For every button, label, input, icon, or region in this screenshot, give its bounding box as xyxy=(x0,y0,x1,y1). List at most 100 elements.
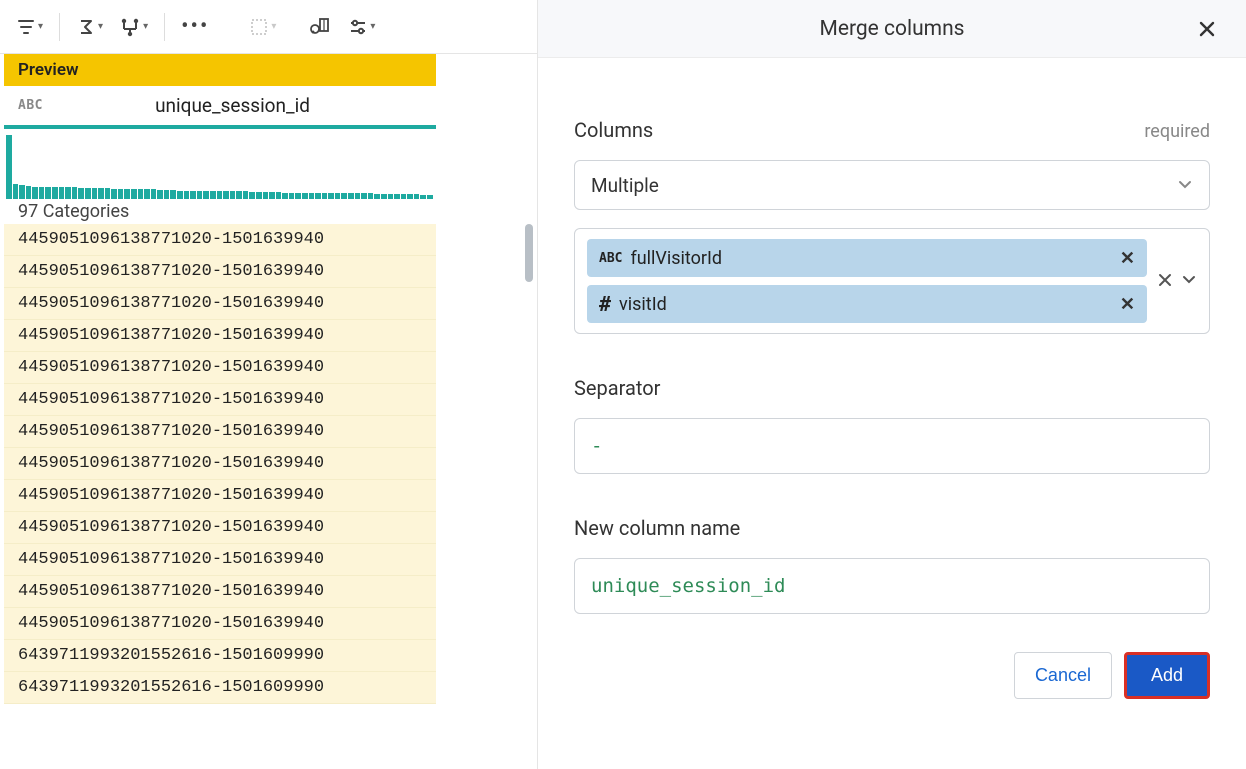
histogram-bar xyxy=(289,193,295,199)
new-column-name-input[interactable] xyxy=(574,558,1210,614)
join-icon xyxy=(119,17,141,37)
histogram-bar xyxy=(355,193,361,199)
histogram-bar xyxy=(335,193,341,199)
histogram-bar xyxy=(295,193,301,199)
table-row[interactable]: 6439711993201552616-1501609990 xyxy=(4,672,436,704)
settings-button[interactable]: ▾ xyxy=(342,9,381,45)
histogram-bar xyxy=(78,188,84,199)
histogram-bar xyxy=(190,191,196,199)
histogram-bar xyxy=(111,189,117,199)
table-row[interactable]: 4459051096138771020-1501639940 xyxy=(4,608,436,640)
histogram-bar xyxy=(131,189,137,199)
histogram-bar xyxy=(157,190,163,199)
histogram-bar xyxy=(19,185,25,199)
histogram-bar xyxy=(203,191,209,199)
remove-chip-button[interactable]: ✕ xyxy=(1120,294,1135,315)
toolbar: ▾ ▾ ▾ ••• ▾ xyxy=(0,0,537,54)
scrollbar-thumb[interactable] xyxy=(525,224,533,282)
histogram-bar xyxy=(230,191,236,199)
preview-panel: ▾ ▾ ▾ ••• ▾ xyxy=(0,0,538,769)
sigma-icon xyxy=(76,17,96,37)
toolbar-divider xyxy=(59,13,60,41)
histogram-bar xyxy=(407,194,413,199)
histogram-bar xyxy=(256,192,262,199)
histogram-bar xyxy=(420,195,426,199)
chevron-down-icon xyxy=(1177,174,1193,197)
histogram-bar xyxy=(197,191,203,199)
panel-title: Merge columns xyxy=(538,17,1246,41)
histogram-bar xyxy=(85,188,91,199)
column-name: unique_session_id xyxy=(43,94,422,117)
histogram-bar xyxy=(177,191,183,199)
table-row[interactable]: 4459051096138771020-1501639940 xyxy=(4,448,436,480)
table-row[interactable]: 4459051096138771020-1501639940 xyxy=(4,512,436,544)
separator-input[interactable] xyxy=(574,418,1210,474)
selection-button[interactable]: ▾ xyxy=(243,9,282,45)
filter-button[interactable]: ▾ xyxy=(10,9,49,45)
column-search-button[interactable] xyxy=(302,9,338,45)
form-actions: Cancel Add xyxy=(538,634,1246,717)
table-row[interactable]: 4459051096138771020-1501639940 xyxy=(4,576,436,608)
scrollbar[interactable] xyxy=(525,224,533,764)
column-type-badge: ABC xyxy=(18,98,43,113)
panel-header: Merge columns xyxy=(538,0,1246,58)
column-header[interactable]: ABC unique_session_id xyxy=(4,86,436,129)
columns-select-value: Multiple xyxy=(591,174,659,197)
histogram-bar xyxy=(217,191,223,199)
table-row[interactable]: 4459051096138771020-1501639940 xyxy=(4,288,436,320)
columns-select[interactable]: Multiple xyxy=(574,160,1210,210)
histogram-bar xyxy=(52,187,58,199)
chevron-down-icon: ▾ xyxy=(98,21,103,32)
histogram-bar xyxy=(348,193,354,199)
histogram-bar xyxy=(138,189,144,199)
add-button[interactable]: Add xyxy=(1124,652,1210,699)
histogram-bar xyxy=(144,189,150,199)
more-button[interactable]: ••• xyxy=(175,9,215,45)
number-type-icon: # xyxy=(599,292,611,316)
histogram-bar xyxy=(263,192,269,199)
chip-label: fullVisitorId xyxy=(630,248,1111,269)
join-button[interactable]: ▾ xyxy=(113,9,154,45)
column-chip[interactable]: ABCfullVisitorId✕ xyxy=(587,239,1147,277)
table-row[interactable]: 4459051096138771020-1501639940 xyxy=(4,320,436,352)
histogram-bar xyxy=(401,194,407,199)
categories-count: 97 Categories xyxy=(0,199,537,224)
sliders-icon xyxy=(348,17,368,37)
chevron-down-icon: ▾ xyxy=(370,21,375,32)
table-row[interactable]: 4459051096138771020-1501639940 xyxy=(4,480,436,512)
table-row[interactable]: 6439711993201552616-1501609990 xyxy=(4,640,436,672)
chevron-down-icon: ▾ xyxy=(143,21,148,32)
table-row[interactable]: 4459051096138771020-1501639940 xyxy=(4,352,436,384)
chevron-down-icon: ▾ xyxy=(271,21,276,32)
histogram-bar xyxy=(276,192,282,199)
close-button[interactable] xyxy=(1192,14,1222,44)
histogram-bar xyxy=(269,192,275,199)
remove-chip-button[interactable]: ✕ xyxy=(1120,248,1135,269)
histogram-bar xyxy=(322,193,328,199)
histogram-bar xyxy=(170,190,176,199)
histogram-bar xyxy=(13,184,19,199)
histogram-bar xyxy=(394,194,400,199)
merge-columns-panel: Merge columns Columns required Multiple … xyxy=(538,0,1246,769)
histogram-bar xyxy=(45,187,51,199)
columns-chip-box[interactable]: ABCfullVisitorId✕#visitId✕ xyxy=(574,228,1210,334)
histogram-bar xyxy=(118,189,124,199)
table-row[interactable]: 4459051096138771020-1501639940 xyxy=(4,384,436,416)
clear-all-chips-button[interactable] xyxy=(1157,269,1173,293)
toolbar-divider xyxy=(164,13,165,41)
column-chip[interactable]: #visitId✕ xyxy=(587,285,1147,323)
cancel-button[interactable]: Cancel xyxy=(1014,652,1112,699)
histogram-bar xyxy=(184,191,190,199)
table-row[interactable]: 4459051096138771020-1501639940 xyxy=(4,544,436,576)
table-row[interactable]: 4459051096138771020-1501639940 xyxy=(4,416,436,448)
aggregate-button[interactable]: ▾ xyxy=(70,9,109,45)
histogram-bar xyxy=(124,189,130,199)
required-label: required xyxy=(1144,121,1210,142)
histogram-bar xyxy=(341,193,347,199)
histogram-bar xyxy=(32,187,38,199)
histogram-bar xyxy=(6,135,12,199)
table-row[interactable]: 4459051096138771020-1501639940 xyxy=(4,256,436,288)
histogram-bar xyxy=(315,193,321,199)
table-row[interactable]: 4459051096138771020-1501639940 xyxy=(4,224,436,256)
expand-chips-button[interactable] xyxy=(1181,271,1197,291)
